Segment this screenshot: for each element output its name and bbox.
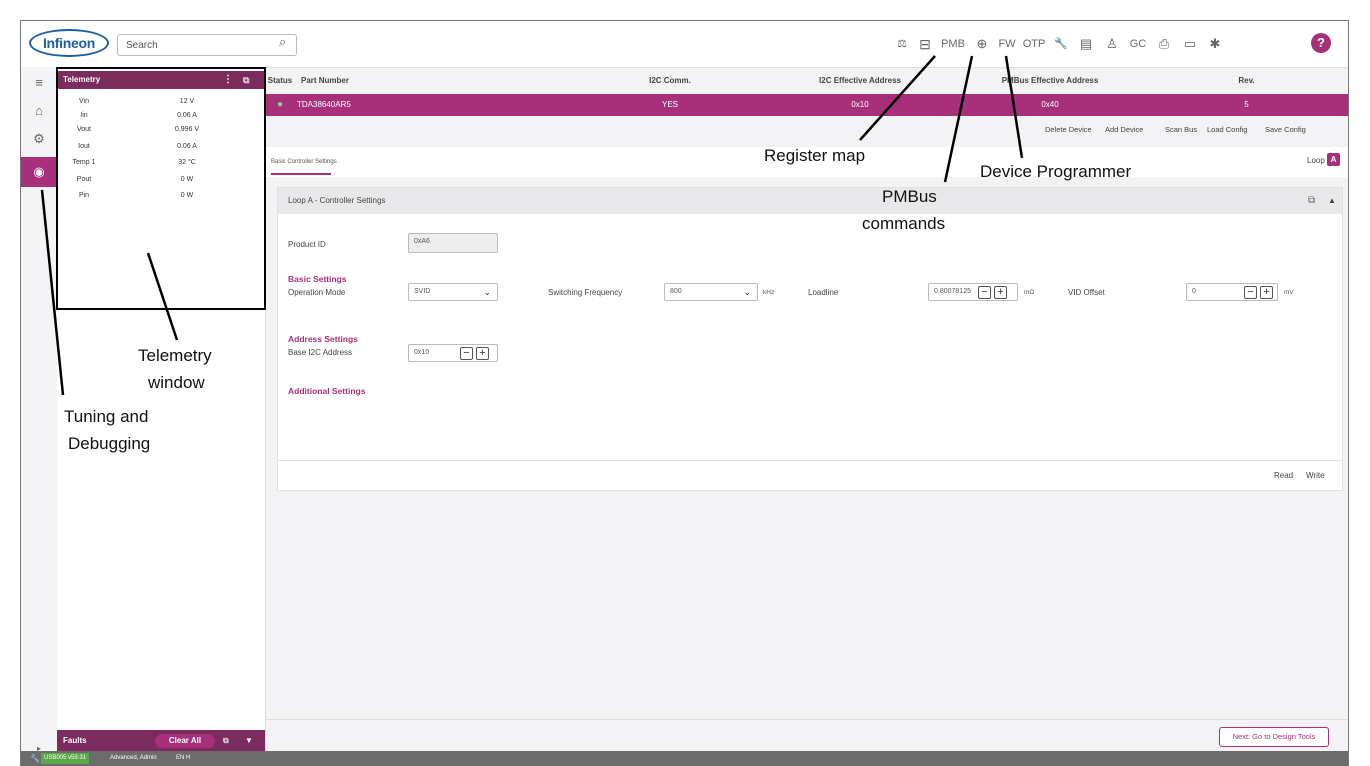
device-programmer-pointer-line <box>1004 55 1024 159</box>
telemetry-pointer-line <box>146 252 179 341</box>
annotation-telemetry-line2: window <box>148 373 205 392</box>
annotation-telemetry-line1: Telemetry <box>138 346 212 365</box>
annotation-lines <box>40 55 1024 396</box>
annotation-pmbus-line1: PMBus <box>882 187 937 206</box>
annotation-tuning-line2: Debugging <box>68 434 151 453</box>
annotation-pmbus-line2: commands <box>862 214 946 233</box>
pmbus-pointer-line <box>943 55 974 183</box>
annotation-device-programmer: Device Programmer <box>980 162 1132 181</box>
annotation-tuning-line1: Tuning and <box>64 407 149 426</box>
tuning-pointer-line <box>40 189 65 396</box>
annotation-register-map: Register map <box>764 146 866 165</box>
register-map-pointer-line <box>859 55 936 141</box>
